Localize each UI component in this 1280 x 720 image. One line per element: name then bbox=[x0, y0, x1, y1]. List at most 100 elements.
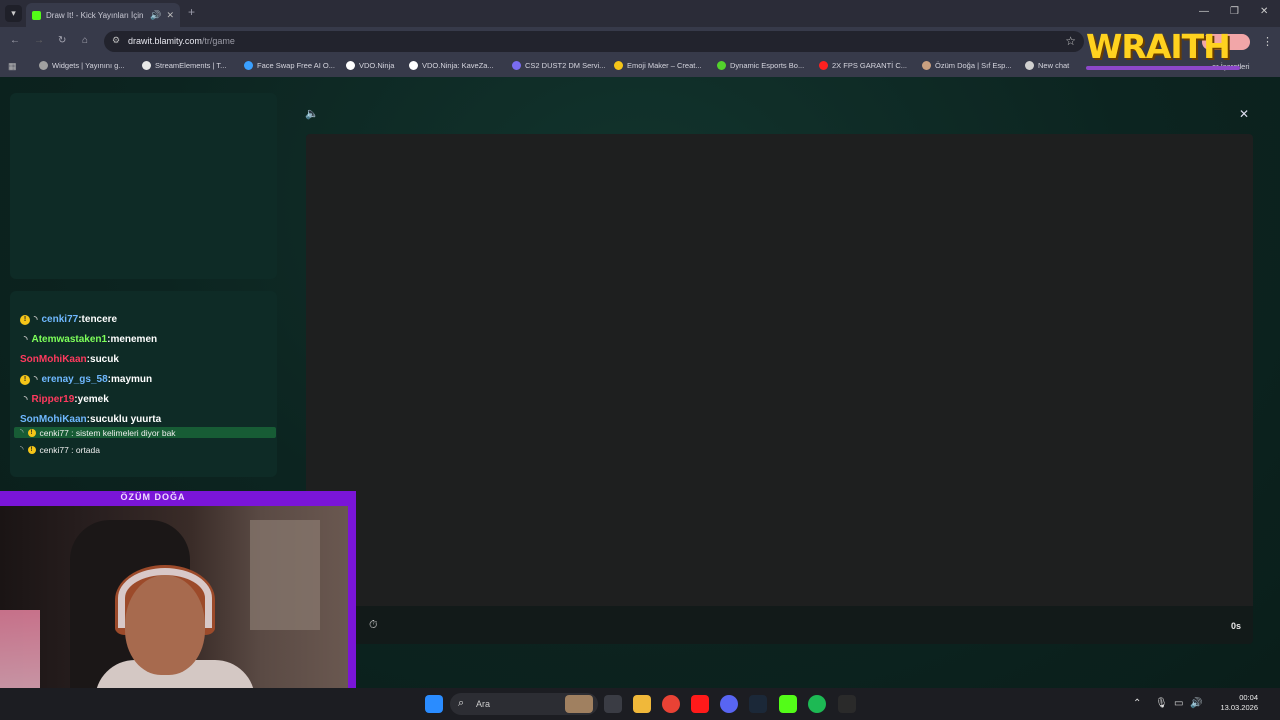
bookmark-item[interactable]: CS2 DUST2 DM Servi... bbox=[512, 61, 605, 70]
bookmark-star-icon[interactable]: ☆ bbox=[1065, 34, 1076, 48]
steam-icon[interactable] bbox=[749, 695, 767, 713]
clock-time: 00:04 bbox=[1239, 693, 1258, 702]
bookmark-label: Face Swap Free AI O... bbox=[257, 61, 335, 70]
chrome-icon[interactable] bbox=[662, 695, 680, 713]
badge-icon: ! bbox=[27, 428, 36, 437]
game-chat-text: cenki77 : ortada bbox=[39, 444, 100, 455]
bookmark-item[interactable]: 2X FPS GARANTİ C... bbox=[819, 61, 907, 70]
webcam-background-wall bbox=[250, 520, 320, 630]
loading-icon: ◝ bbox=[24, 394, 28, 404]
windows-start-icon[interactable] bbox=[425, 695, 443, 713]
chat-username[interactable]: Atemwastaken1 bbox=[32, 334, 108, 345]
chat-text: maymun bbox=[111, 374, 153, 385]
bookmark-label: 2X FPS GARANTİ C... bbox=[832, 61, 908, 70]
app-icon[interactable] bbox=[838, 695, 856, 713]
chat-text: yemek bbox=[77, 394, 109, 405]
task-view-icon[interactable] bbox=[604, 695, 622, 713]
bookmark-item[interactable]: Face Swap Free AI O... bbox=[244, 61, 335, 70]
chat-message: ! ◝ cenki77: tencere bbox=[20, 314, 117, 325]
search-highlight-icon[interactable] bbox=[565, 695, 593, 713]
game-chat-message: ◝! cenki77 : ortada bbox=[20, 444, 100, 455]
chat-username[interactable]: Ripper19 bbox=[32, 394, 75, 405]
bookmark-item[interactable]: Özüm Doğa | Sıf Esp... bbox=[922, 61, 1012, 70]
badge-icon: ! bbox=[20, 314, 30, 325]
taskbar-clock[interactable]: 00:04 13.03.2026 bbox=[1206, 693, 1258, 713]
loading-icon: ◝ bbox=[24, 334, 28, 344]
kick-favicon-icon bbox=[32, 10, 41, 20]
chat-text: sucuk bbox=[90, 354, 119, 365]
wraith-overlay-logo: WRAITH bbox=[1086, 27, 1231, 66]
tray-overflow-icon[interactable]: ⌃ bbox=[1133, 698, 1141, 709]
bookmark-label: VDO.Ninja bbox=[359, 61, 395, 70]
browser-menu-icon[interactable]: ⋮ bbox=[1262, 35, 1273, 48]
bookmark-favicon-icon bbox=[717, 61, 726, 70]
kick-icon[interactable] bbox=[779, 695, 797, 713]
forward-arrow-icon[interactable]: → bbox=[34, 35, 44, 46]
tab-title: Draw It! - Kick Yayınları İçin bbox=[46, 10, 144, 20]
speaker-icon[interactable]: 🔊 bbox=[150, 10, 161, 21]
bookmark-favicon-icon bbox=[512, 61, 521, 70]
bookmark-item[interactable]: VDO.Ninja: KaveZa... bbox=[409, 61, 494, 70]
url-path: /tr/game bbox=[201, 36, 235, 46]
search-label: Ara bbox=[476, 699, 491, 709]
tab-close-icon[interactable]: ✕ bbox=[166, 10, 174, 21]
game-chat-message: ◝! cenki77 : sistem kelimeleri diyor bak bbox=[14, 427, 276, 438]
file-explorer-icon[interactable] bbox=[633, 695, 651, 713]
search-icon: ⌕ bbox=[458, 697, 465, 709]
new-tab-button[interactable]: + bbox=[188, 5, 195, 19]
bookmark-label: Özüm Doğa | Sıf Esp... bbox=[935, 61, 1012, 70]
webcam-streamer-name: ÖZÜM DOĞA bbox=[120, 492, 186, 502]
bookmark-item[interactable]: Dynamic Esports Bo... bbox=[717, 61, 804, 70]
drawing-canvas[interactable] bbox=[306, 134, 1253, 606]
spotify-icon[interactable] bbox=[808, 695, 826, 713]
bookmark-item[interactable]: VDO.Ninja bbox=[346, 61, 394, 70]
loading-icon: ◝ bbox=[20, 427, 24, 437]
bookmark-label: Widgets | Yayınını g... bbox=[52, 61, 125, 70]
browser-tab[interactable]: Draw It! - Kick Yayınları İçin 🔊 ✕ bbox=[26, 3, 180, 27]
bookmark-item[interactable]: Emoji Maker – Creat... bbox=[614, 61, 702, 70]
bookmark-item[interactable]: Widgets | Yayınını g... bbox=[39, 61, 125, 70]
tab-search-button[interactable]: ▾ bbox=[5, 5, 22, 22]
bookmark-favicon-icon bbox=[409, 61, 418, 70]
chat-message: SonMohiKaan: sucuk bbox=[20, 354, 119, 365]
back-arrow-icon[interactable]: ← bbox=[10, 35, 20, 46]
bookmark-favicon-icon bbox=[922, 61, 931, 70]
chat-username[interactable]: erenay_gs_58 bbox=[42, 374, 108, 385]
url-host: drawit.blamity.com bbox=[128, 36, 202, 46]
bookmark-favicon-icon bbox=[1025, 61, 1034, 70]
bookmark-item[interactable]: New chat bbox=[1025, 61, 1069, 70]
discord-icon[interactable] bbox=[720, 695, 738, 713]
microphone-icon[interactable]: 🎙 bbox=[1155, 698, 1168, 709]
window-close-button[interactable]: ✕ bbox=[1260, 6, 1268, 17]
browser-tab-strip: ▾ Draw It! - Kick Yayınları İçin 🔊 ✕ + —… bbox=[0, 0, 1280, 27]
clock-date: 13.03.2026 bbox=[1220, 703, 1258, 712]
webcam-headset bbox=[118, 568, 212, 628]
site-info-icon[interactable]: ⚙ bbox=[112, 35, 120, 46]
sound-toggle-icon[interactable]: 🔈 bbox=[305, 107, 319, 120]
chat-message: ! ◝ erenay_gs_58: maymun bbox=[20, 374, 152, 385]
bookmark-label: Dynamic Esports Bo... bbox=[730, 61, 805, 70]
home-icon[interactable]: ⌂ bbox=[82, 35, 88, 46]
reload-icon[interactable]: ↻ bbox=[58, 35, 66, 46]
bookmark-favicon-icon bbox=[346, 61, 355, 70]
canvas-footer bbox=[306, 606, 1253, 644]
youtube-icon[interactable] bbox=[691, 695, 709, 713]
url-field[interactable]: ⚙ drawit.blamity.com/tr/game ☆ bbox=[104, 31, 1084, 52]
network-icon[interactable]: ▭ bbox=[1174, 698, 1183, 709]
bookmark-favicon-icon bbox=[39, 61, 48, 70]
minimize-button[interactable]: — bbox=[1199, 6, 1209, 17]
bookmark-label: Emoji Maker – Creat... bbox=[627, 61, 702, 70]
chat-username[interactable]: SonMohiKaan bbox=[20, 354, 87, 365]
chat-username[interactable]: cenki77 bbox=[42, 314, 79, 325]
badge-icon: ! bbox=[27, 445, 36, 454]
badge-icon: ! bbox=[20, 374, 30, 385]
bookmark-favicon-icon bbox=[142, 61, 151, 70]
apps-grid-icon[interactable]: ▦ bbox=[8, 61, 17, 72]
volume-icon[interactable]: 🔊 bbox=[1190, 698, 1202, 709]
chat-message: SonMohiKaan: sucuklu yuurta bbox=[20, 414, 161, 425]
maximize-button[interactable]: ❐ bbox=[1230, 6, 1239, 17]
chat-username[interactable]: SonMohiKaan bbox=[20, 414, 87, 425]
bookmark-item[interactable]: StreamElements | T... bbox=[142, 61, 226, 70]
loading-icon: ◝ bbox=[34, 374, 38, 384]
close-game-icon[interactable]: ✕ bbox=[1239, 107, 1249, 121]
